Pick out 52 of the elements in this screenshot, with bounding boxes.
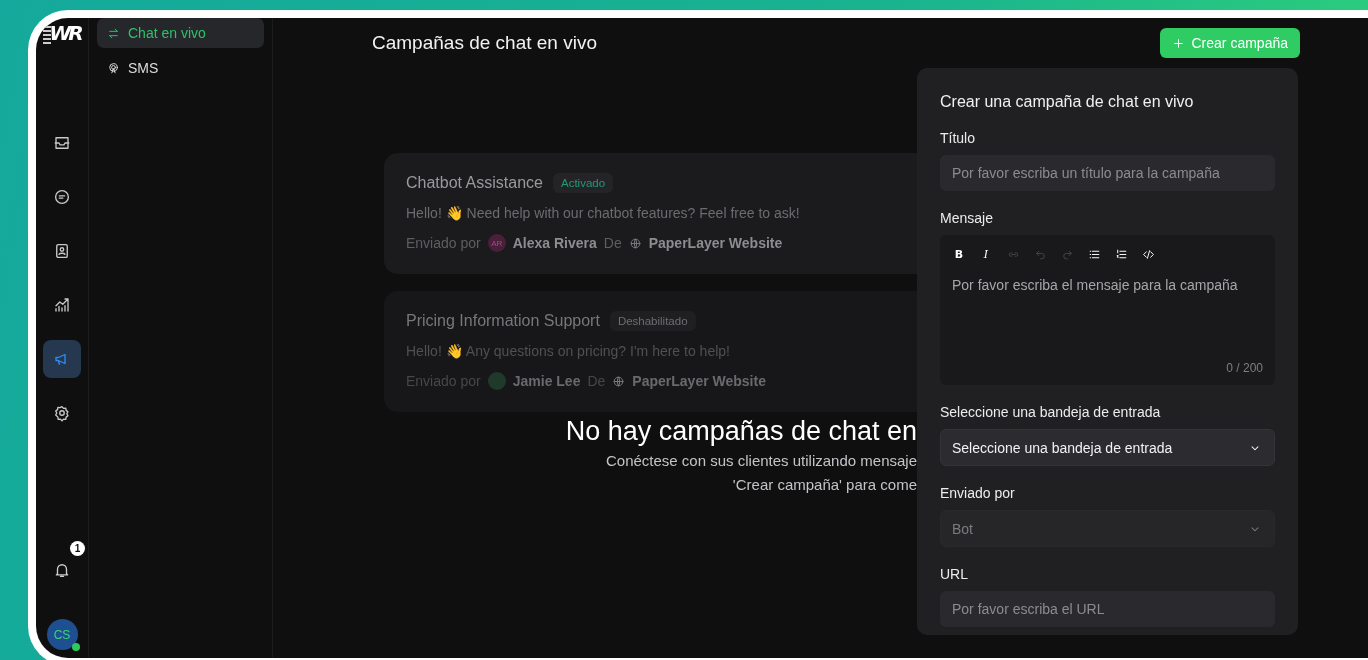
field-label: Enviado por (940, 484, 1016, 503)
status-badge: Deshabilitado (609, 311, 696, 331)
field-label: Mensaje (940, 209, 994, 228)
url-field[interactable]: Por favor escriba el URL (940, 591, 1275, 627)
campaign-name: Pricing Information Support (406, 312, 600, 330)
sent-by-label: Enviado por (406, 235, 481, 251)
sender-name: Alexa Rivera (512, 235, 597, 251)
numbered-list-button[interactable] (1114, 247, 1128, 261)
plus-icon (1171, 36, 1185, 50)
broadcast-icon (107, 61, 120, 75)
field-label: URL (940, 565, 969, 584)
code-button[interactable] (1141, 247, 1155, 261)
contact-card-icon (53, 242, 71, 260)
sender-name: Jamie Lee (512, 373, 581, 389)
campaign-message: Hello! 👋 Need help with our chatbot features? Feel free to ask! (406, 205, 801, 221)
bell-icon (53, 561, 71, 579)
panel-title: Crear una campaña de chat en vivo (940, 92, 1195, 112)
sidebar-item[interactable]: Chat en vivo (97, 18, 264, 48)
campaign-message: Hello! 👋 Any questions on pricing? I'm here to help! (406, 343, 731, 359)
numbered-list-icon (1114, 247, 1128, 261)
chart-icon (53, 296, 71, 314)
inbox-name: PaperLayer Website (648, 235, 783, 251)
italic-button[interactable]: I (979, 247, 993, 261)
sender-avatar: AR (487, 234, 506, 252)
empty-state-text: 'Crear campaña' para come (732, 475, 917, 495)
empty-state-text: Conéctese con sus clientes utilizando mensaje (606, 451, 917, 471)
empty-state-title: No hay campañas de chat en (565, 415, 917, 448)
dropdown[interactable]: Seleccione una bandeja de entrada (940, 429, 1275, 466)
notification-count: 1 (70, 541, 85, 556)
field-label: Seleccione una bandeja de entrada (940, 403, 1162, 422)
page-title: Campañas de chat en vivo (372, 32, 597, 54)
sidebar-item[interactable]: SMS (97, 53, 264, 83)
globe-icon (612, 374, 626, 388)
field-label: Título (940, 129, 976, 148)
settings-icon (53, 404, 71, 422)
bold-button[interactable]: B (952, 247, 966, 261)
character-counter: 0 / 200 (1226, 361, 1263, 375)
chat-bubble-icon (53, 188, 71, 206)
code-icon (1141, 247, 1155, 261)
globe-icon (628, 236, 642, 250)
swap-arrows-icon (107, 26, 120, 40)
from-label: De (603, 235, 622, 251)
campaign-card[interactable]: Chatbot Assistance Activado Hello! 👋 Need help with our chatbot features? Feel free to ask! Enviado por AR Alexa Rivera De PaperLayer Website (384, 153, 917, 274)
message-editor[interactable]: B I Por favor escriba el mensaje para la campaña 0 / 200 (940, 235, 1275, 385)
inbox-icon (53, 134, 71, 152)
user-avatar[interactable]: CS (46, 619, 78, 650)
logo: WR (43, 22, 81, 44)
title-field[interactable]: Por favor escriba un título para la campaña (940, 155, 1275, 191)
campaign-name: Chatbot Assistance (406, 174, 543, 192)
status-badge: Activado (552, 173, 614, 193)
message-placeholder: Por favor escriba el mensaje para la campaña (952, 277, 1239, 295)
inbox-name: PaperLayer Website (632, 373, 766, 389)
